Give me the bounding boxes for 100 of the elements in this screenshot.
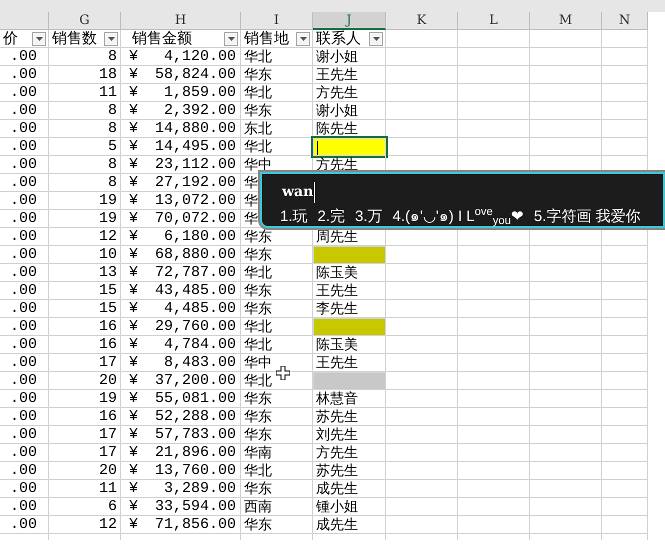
table-cell: .00	[0, 174, 49, 192]
table-cell	[458, 120, 530, 138]
table-cell	[602, 120, 648, 138]
filter-dropdown-button[interactable]	[296, 32, 310, 46]
filter-dropdown-button[interactable]	[104, 32, 118, 46]
table-cell	[530, 480, 602, 498]
table-cell	[386, 120, 458, 138]
table-cell	[602, 336, 648, 354]
column-header[interactable]: K	[386, 12, 458, 30]
table-cell: 成先生	[313, 516, 386, 534]
table-cell: 29,760.00	[154, 318, 236, 335]
currency-symbol: ¥	[129, 138, 138, 155]
table-cell: 西南	[241, 498, 313, 516]
caret-icon	[228, 36, 234, 40]
table-cell: 2,392.00	[164, 102, 236, 119]
table-cell	[458, 84, 530, 102]
table-cell: 华北	[241, 336, 313, 354]
table-cell: 4,784.00	[164, 336, 236, 353]
table-cell: 12	[49, 228, 121, 246]
table-cell: .00	[0, 156, 49, 174]
table-cell: .00	[0, 228, 49, 246]
filter-dropdown-button[interactable]	[32, 32, 46, 46]
table-cell	[602, 354, 648, 372]
caret-icon	[36, 36, 42, 40]
table-cell: 19	[49, 210, 121, 228]
table-cell: 华东	[241, 516, 313, 534]
table-cell: 15	[49, 282, 121, 300]
move-cursor-icon	[276, 366, 290, 380]
table-cell: 6,180.00	[164, 228, 236, 245]
table-cell	[602, 444, 648, 462]
table-cell: 方先生	[313, 84, 386, 102]
table-cell: .00	[0, 84, 49, 102]
table-cell	[530, 30, 602, 48]
table-cell: 16	[49, 318, 121, 336]
table-cell: 11	[49, 84, 121, 102]
currency-symbol: ¥	[129, 174, 138, 191]
column-header[interactable]: J	[313, 12, 386, 30]
currency-symbol: ¥	[129, 408, 138, 425]
table-cell	[458, 66, 530, 84]
table-cell: 57,783.00	[154, 426, 236, 443]
table-cell: 锺小姐	[313, 498, 386, 516]
candidate-item[interactable]: 3.万	[355, 206, 383, 228]
table-cell: .00	[0, 66, 49, 84]
column-header[interactable]: M	[530, 12, 602, 30]
table-cell: 华东	[241, 102, 313, 120]
table-cell: 华北	[241, 264, 313, 282]
table-cell	[530, 66, 602, 84]
table-cell	[602, 426, 648, 444]
caret-icon	[372, 36, 380, 40]
table-cell: .00	[0, 318, 49, 336]
column-header[interactable]: N	[602, 12, 648, 30]
table-cell: 12	[49, 516, 121, 534]
table-cell	[602, 264, 648, 282]
currency-symbol: ¥	[129, 282, 138, 299]
table-cell: .00	[0, 264, 49, 282]
currency-symbol: ¥	[129, 246, 138, 263]
table-cell: 8	[49, 120, 121, 138]
table-cell	[458, 498, 530, 516]
table-cell	[602, 318, 648, 336]
table-cell	[458, 102, 530, 120]
table-cell	[602, 462, 648, 480]
table-cell: 华北	[241, 462, 313, 480]
column-header[interactable]: G	[49, 12, 121, 30]
table-cell: .00	[0, 210, 49, 228]
column-header[interactable]: I	[241, 12, 313, 30]
table-cell: 8	[49, 102, 121, 120]
table-cell: .00	[0, 390, 49, 408]
candidate-item[interactable]: 2.完	[318, 206, 346, 228]
table-cell	[458, 30, 530, 48]
table-cell: 苏先生	[313, 408, 386, 426]
table-cell: 27,192.00	[154, 174, 236, 191]
table-cell: .00	[0, 426, 49, 444]
table-cell: 8	[49, 48, 121, 66]
column-header[interactable]: L	[458, 12, 530, 30]
table-cell	[602, 246, 648, 264]
filter-dropdown-button[interactable]	[224, 32, 238, 46]
table-cell	[530, 102, 602, 120]
filter-dropdown-button[interactable]	[369, 32, 383, 46]
currency-symbol: ¥	[129, 156, 138, 173]
column-header[interactable]: H	[121, 12, 241, 30]
candidate-item[interactable]: 4.(๑'◡'๑) I L$^{ove}$$_{you}$❤	[392, 206, 524, 228]
table-cell: .00	[0, 246, 49, 264]
table-cell	[602, 372, 648, 390]
candidate-item[interactable]: 5.字符画 我爱你	[534, 206, 641, 228]
table-cell: 21,896.00	[154, 444, 236, 461]
table-cell: .00	[0, 138, 49, 156]
table-cell: 11	[49, 480, 121, 498]
currency-symbol: ¥	[129, 102, 138, 119]
table-cell: 华东	[241, 300, 313, 318]
table-cell: 5	[49, 138, 121, 156]
table-cell: 17	[49, 426, 121, 444]
table-cell	[602, 390, 648, 408]
table-cell	[530, 264, 602, 282]
table-cell: 华北	[241, 84, 313, 102]
currency-symbol: ¥	[129, 84, 138, 101]
table-cell: 43,485.00	[154, 282, 236, 299]
currency-symbol: ¥	[129, 228, 138, 245]
table-cell: .00	[0, 354, 49, 372]
currency-symbol: ¥	[129, 462, 138, 479]
table-cell	[458, 246, 530, 264]
